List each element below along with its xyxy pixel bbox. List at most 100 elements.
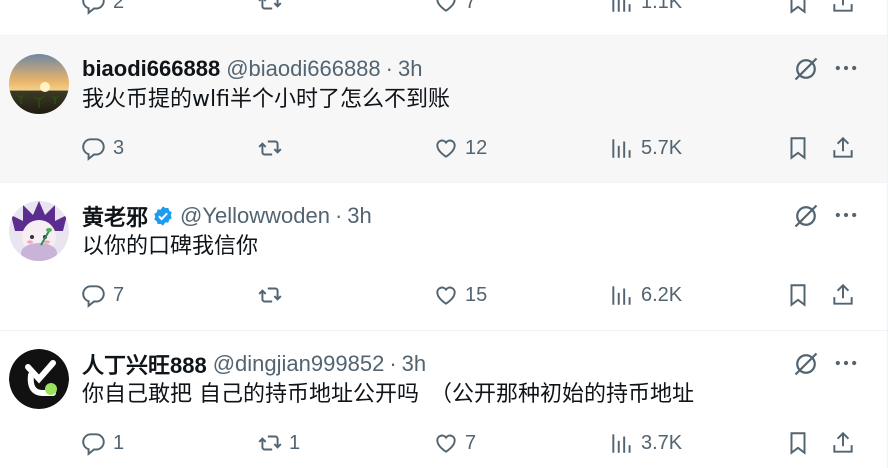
post-header: 人丁兴旺888 @dingjian999852 · 3h [82,348,426,380]
like-button[interactable]: 7 [433,427,476,459]
like-icon [436,0,456,12]
reply-icon [82,0,105,15]
verified-badge-icon [152,205,174,227]
reply-count: 3 [113,136,125,159]
timestamp[interactable]: 3h [402,351,426,377]
views-button[interactable]: 1.1K [609,0,682,18]
more-icon [835,360,857,366]
bookmark-button[interactable] [785,0,811,18]
reply-button[interactable]: 1 [81,427,124,459]
like-count: 12 [465,136,488,159]
user-handle[interactable]: @Yellowwoden [180,203,330,229]
share-icon [833,431,853,453]
like-icon [436,286,456,305]
share-icon [833,283,853,305]
bookmark-icon [790,137,806,160]
like-icon [436,139,456,158]
share-button[interactable] [830,279,856,311]
share-icon [833,0,853,12]
views-button[interactable]: 5.7K [609,132,682,164]
share-button[interactable] [830,132,856,164]
bookmark-button[interactable] [785,279,811,311]
repost-icon [258,0,282,10]
reply-icon [82,285,105,308]
repost-button[interactable] [257,0,283,18]
grok-button[interactable] [792,350,820,378]
avatar[interactable] [9,54,69,114]
grok-icon [794,352,818,376]
like-count: 7 [465,0,477,13]
views-count: 6.2K [641,283,683,306]
like-button[interactable]: 7 [433,0,476,18]
repost-icon [258,287,282,303]
reply-icon [82,138,105,161]
more-button[interactable] [832,54,860,82]
like-count: 15 [465,283,488,306]
bookmark-icon [790,432,806,455]
views-icon [612,286,631,305]
more-button[interactable] [832,201,860,229]
views-icon [612,139,631,158]
views-count: 1.1K [641,0,683,13]
bookmark-button[interactable] [785,427,811,459]
bookmark-icon [790,284,806,307]
post[interactable]: 人丁兴旺888 @dingjian999852 · 3h 你自己敢把 自己的持币… [0,331,887,468]
reply-count: 7 [113,283,125,306]
repost-button[interactable] [257,279,289,311]
repost-icon [258,140,282,156]
like-button[interactable]: 12 [433,132,487,164]
post[interactable]: biaodi666888 @biaodi666888 · 3h 我火币提的wlf… [0,35,887,183]
timestamp[interactable]: 3h [398,56,422,82]
user-handle[interactable]: @dingjian999852 [213,351,385,377]
display-name[interactable]: 黄老邪 [82,200,148,232]
previous-post-actions: 2 7 1.1K [0,0,887,18]
views-button[interactable]: 3.7K [609,427,682,459]
more-button[interactable] [832,349,860,377]
post-text: 你自己敢把 自己的持币地址公开吗 （公开那种初始的持币地址 [82,382,694,407]
more-icon [835,65,857,71]
post-actions: 3 12 5.7K [0,132,887,164]
display-name[interactable]: biaodi666888 [82,56,220,82]
like-icon [436,434,456,453]
reply-button[interactable]: 7 [81,279,124,311]
reply-count: 2 [113,0,125,13]
repost-button[interactable]: 1 [257,427,300,459]
display-name[interactable]: 人丁兴旺888 [82,348,207,380]
post-header: biaodi666888 @biaodi666888 · 3h [82,56,422,82]
separator: · [334,203,343,228]
share-button[interactable] [830,427,856,459]
separator: · [389,351,397,376]
like-button[interactable]: 15 [433,279,487,311]
repost-button[interactable] [257,132,289,164]
views-count: 5.7K [641,136,683,159]
grok-button[interactable] [792,202,820,230]
post[interactable]: 黄老邪 @Yellowwoden · 3h 以你的口碑我信你 7 15 6.2K [0,183,887,331]
user-handle[interactable]: @biaodi666888 [226,56,380,82]
reply-button[interactable]: 2 [81,0,124,18]
separator: · [385,56,393,81]
grok-icon [794,204,818,228]
post-text: 以你的口碑我信你 [82,234,259,259]
post-actions: 1 1 7 3.7K [0,427,887,459]
post-header: 黄老邪 @Yellowwoden · 3h [82,200,372,232]
bookmark-button[interactable] [785,132,811,164]
repost-icon [258,435,282,451]
more-icon [835,212,857,218]
timestamp[interactable]: 3h [347,203,371,229]
grok-icon [794,57,818,81]
avatar[interactable] [9,349,69,409]
post-text: 我火币提的wlfi半个小时了怎么不到账 [82,87,450,112]
avatar[interactable] [9,201,69,261]
repost-count: 1 [289,431,301,454]
share-icon [833,136,853,158]
reply-icon [82,433,105,456]
post-actions: 7 15 6.2K [0,279,887,311]
views-count: 3.7K [641,431,683,454]
views-button[interactable]: 6.2K [609,279,682,311]
reply-button[interactable]: 3 [81,132,124,164]
bookmark-icon [790,0,806,14]
views-icon [612,434,631,453]
share-button[interactable] [830,0,856,18]
views-icon [612,0,631,12]
grok-button[interactable] [792,55,820,83]
